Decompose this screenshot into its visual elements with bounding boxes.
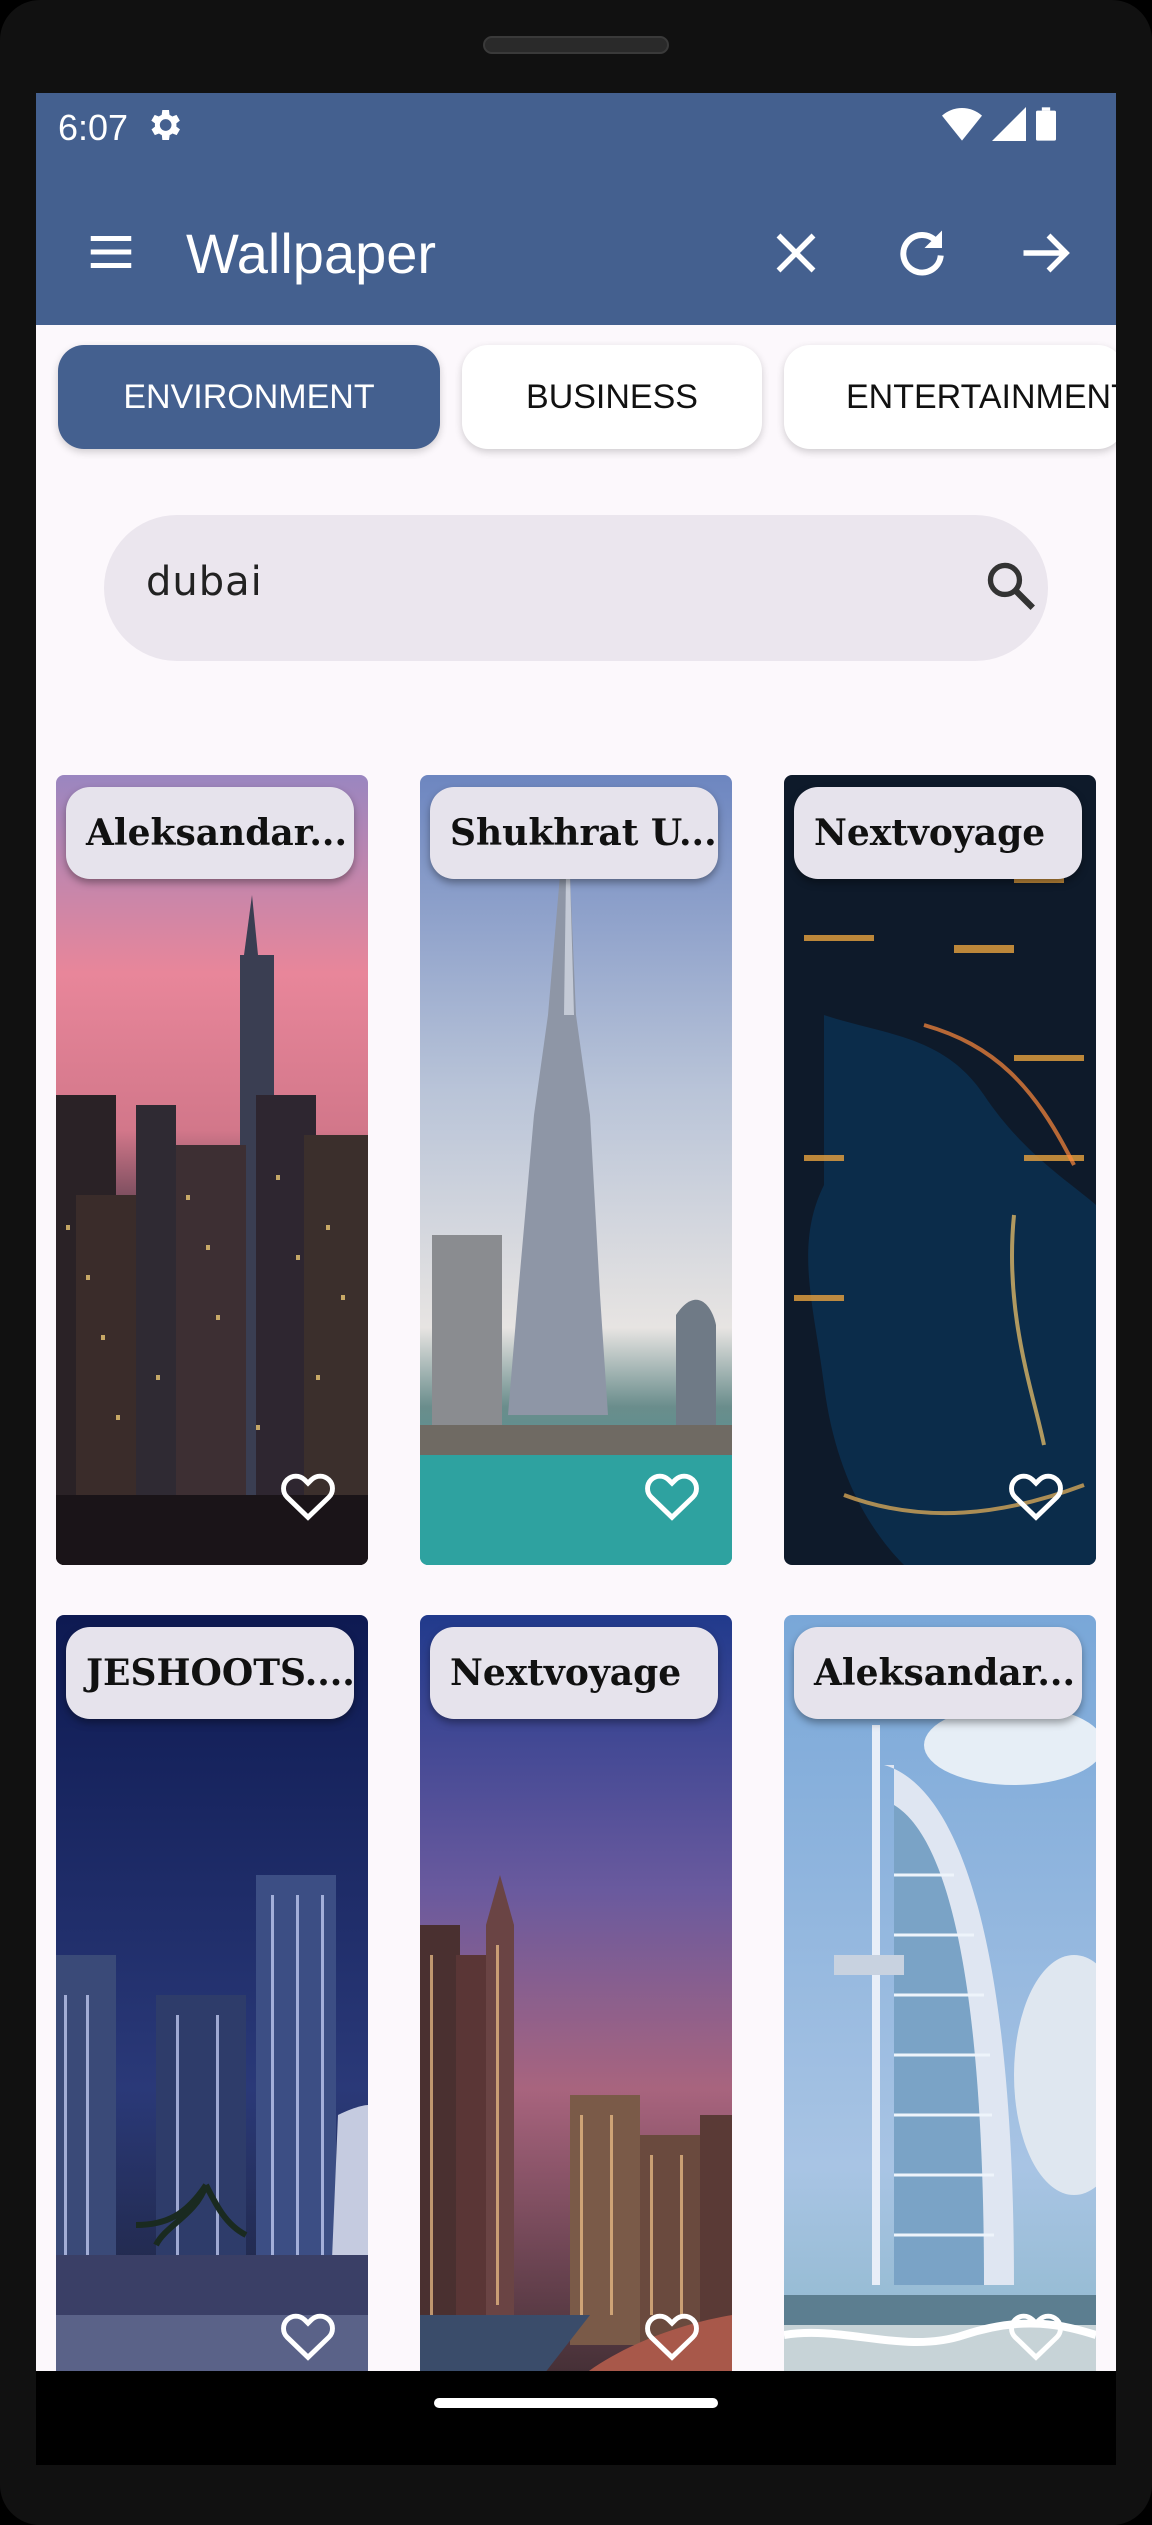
arrow-forward-icon[interactable]: [1016, 223, 1076, 283]
heart-outline-icon[interactable]: [1006, 2307, 1066, 2361]
menu-icon[interactable]: [84, 225, 138, 279]
wallpaper-card[interactable]: Nextvoyage: [420, 1615, 732, 2371]
wallpaper-card[interactable]: Shukhrat U...: [420, 775, 732, 1565]
status-bar: 6:07: [36, 93, 1116, 185]
home-gesture-handle[interactable]: [434, 2398, 718, 2408]
heart-outline-icon[interactable]: [1006, 1467, 1066, 1521]
system-nav-bar: [36, 2371, 1116, 2465]
wallpaper-image: [784, 775, 1096, 1565]
wallpaper-image: [56, 1615, 368, 2371]
heart-outline-icon[interactable]: [278, 1467, 338, 1521]
category-tabs: ENVIRONMENT BUSINESS ENTERTAINMENT: [58, 345, 1116, 455]
wifi-icon: [942, 108, 982, 141]
wallpaper-card[interactable]: Aleksandar...: [784, 1615, 1096, 2371]
author-label: Aleksandar...: [66, 787, 354, 879]
battery-icon: [1036, 107, 1056, 141]
search-icon[interactable]: [982, 557, 1040, 615]
author-label: Shukhrat U...: [430, 787, 718, 879]
wallpaper-card[interactable]: Nextvoyage: [784, 775, 1096, 1565]
wallpaper-image: [784, 1615, 1096, 2371]
wallpaper-card[interactable]: Aleksandar...: [56, 775, 368, 1565]
page-title: Wallpaper: [186, 222, 437, 285]
tab-business[interactable]: BUSINESS: [462, 345, 762, 449]
close-icon[interactable]: [766, 223, 826, 283]
author-label: Aleksandar...: [794, 1627, 1082, 1719]
search-input[interactable]: [146, 559, 906, 605]
screen: 6:07 Wallpaper ENVIRONMENT BUSINESS ENTE…: [36, 93, 1116, 2371]
wallpaper-card[interactable]: JESHOOTS....: [56, 1615, 368, 2371]
signal-icon: [992, 107, 1026, 141]
refresh-icon[interactable]: [892, 223, 952, 283]
phone-frame: 6:07 Wallpaper ENVIRONMENT BUSINESS ENTE…: [0, 0, 1152, 2525]
heart-outline-icon[interactable]: [642, 2307, 702, 2361]
heart-outline-icon[interactable]: [278, 2307, 338, 2361]
tab-environment[interactable]: ENVIRONMENT: [58, 345, 440, 449]
status-time: 6:07: [58, 107, 129, 148]
phone-speaker: [483, 36, 669, 54]
heart-outline-icon[interactable]: [642, 1467, 702, 1521]
app-bar: Wallpaper: [36, 185, 1116, 325]
wallpaper-image: [420, 1615, 732, 2371]
author-label: Nextvoyage: [430, 1627, 718, 1719]
tab-entertainment[interactable]: ENTERTAINMENT: [784, 345, 1116, 449]
settings-icon: [151, 110, 180, 140]
author-label: JESHOOTS....: [66, 1627, 354, 1719]
wallpaper-image: [56, 775, 368, 1565]
wallpaper-image: [420, 775, 732, 1565]
author-label: Nextvoyage: [794, 787, 1082, 879]
search-bar: [104, 515, 1048, 661]
